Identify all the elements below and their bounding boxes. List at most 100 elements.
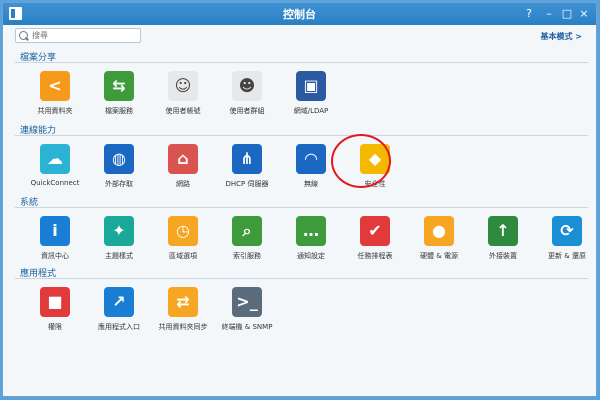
control-panel-item[interactable]: i 資訊中心: [23, 216, 87, 261]
directory-glyph: ▣: [303, 76, 319, 95]
search-box[interactable]: [15, 28, 141, 43]
item-label: 使用者帳號: [165, 107, 201, 115]
chat-bubble-glyph: …: [303, 221, 319, 240]
item-label: 任務排程表: [357, 252, 393, 260]
item-label: 共用資料夾同步: [158, 323, 208, 331]
item-label: 索引服務: [233, 252, 261, 260]
quickconnect-glyph: ☁: [47, 149, 63, 168]
control-panel-item[interactable]: ↑ 外接裝置: [471, 216, 535, 261]
globe-glyph: ◍: [112, 149, 126, 168]
calendar-check-icon: ✔: [360, 216, 390, 246]
control-panel-item[interactable]: ✦ 主題樣式: [87, 216, 151, 261]
info-glyph: i: [52, 221, 58, 240]
section-divider: [15, 135, 588, 136]
control-panel-item[interactable]: ● 硬體 & 電源: [407, 216, 471, 261]
control-panel-item[interactable]: … 通知設定: [279, 216, 343, 261]
basic-mode-link[interactable]: 基本模式 >: [541, 31, 583, 42]
control-panel-item[interactable]: ■ 權限: [23, 287, 87, 332]
control-panel-item[interactable]: ⋔ DHCP 伺服器: [215, 144, 279, 189]
item-label: 網域/LDAP: [293, 107, 329, 115]
close-button[interactable]: ×: [577, 6, 591, 21]
window-title: 控制台: [283, 8, 316, 21]
item-label: 資訊中心: [41, 252, 69, 260]
control-panel-item[interactable]: ▣ 網域/LDAP: [279, 71, 343, 116]
control-panel-item[interactable]: ✔ 任務排程表: [343, 216, 407, 261]
item-label: 使用者群組: [229, 107, 265, 115]
control-panel-item[interactable]: ◷ 區域選項: [151, 216, 215, 261]
minimize-button[interactable]: –: [542, 6, 556, 21]
user-group-glyph: ☻: [238, 76, 256, 95]
user-glyph: ☺: [174, 76, 192, 95]
security-highlight-circle: [331, 134, 391, 188]
palette-icon: ✦: [104, 216, 134, 246]
section-divider: [15, 62, 588, 63]
control-panel-item[interactable]: ☁ QuickConnect: [23, 144, 87, 187]
permission-icon: ■: [40, 287, 70, 317]
item-label: 外接裝置: [489, 252, 517, 260]
upload-glyph: ↑: [496, 221, 510, 240]
refresh-icon: ⟳: [552, 216, 582, 246]
control-panel-item[interactable]: ⌕ 索引服務: [215, 216, 279, 261]
help-button[interactable]: ?: [522, 6, 536, 21]
clock-map-icon: ◷: [168, 216, 198, 246]
folder-sync-glyph: ⇄: [176, 292, 190, 311]
control-panel-item[interactable]: ◍ 外部存取: [87, 144, 151, 189]
clock-map-glyph: ◷: [176, 221, 190, 240]
folder-sync-icon: ⇄: [168, 287, 198, 317]
item-label: 權限: [48, 323, 62, 331]
control-panel-item[interactable]: ☻ 使用者群組: [215, 71, 279, 116]
magnifier-glyph: ⌕: [242, 221, 252, 240]
item-label: QuickConnect: [30, 179, 80, 187]
section-divider: [15, 207, 588, 208]
info-icon: i: [40, 216, 70, 246]
terminal-glyph: >_: [236, 292, 258, 311]
maximize-button[interactable]: □: [560, 6, 574, 21]
search-input[interactable]: [32, 29, 137, 42]
terminal-icon: >_: [232, 287, 262, 317]
item-label: 硬體 & 電源: [420, 252, 458, 260]
item-label: 更新 & 還原: [548, 252, 586, 260]
wifi-glyph: ◠: [304, 149, 318, 168]
network-house-icon: ⌂: [168, 144, 198, 174]
search-icon: [19, 31, 28, 40]
network-house-glyph: ⌂: [177, 149, 189, 168]
control-panel-item[interactable]: ⇄ 共用資料夾同步: [151, 287, 215, 332]
title-bar[interactable]: 控制台 ? – □ ×: [3, 3, 596, 25]
directory-icon: ▣: [296, 71, 326, 101]
item-label: 終端機 & SNMP: [221, 323, 273, 331]
control-panel-item[interactable]: ⇆ 檔案服務: [87, 71, 151, 116]
file-transfer-icon: ⇆: [104, 71, 134, 101]
item-label: 無線: [304, 180, 318, 188]
chat-bubble-icon: …: [296, 216, 326, 246]
control-panel-item[interactable]: ⌂ 網路: [151, 144, 215, 189]
control-panel-item[interactable]: < 共用資料夾: [23, 71, 87, 116]
dhcp-icon: ⋔: [232, 144, 262, 174]
globe-icon: ◍: [104, 144, 134, 174]
section-divider: [15, 278, 588, 279]
item-label: 區域選項: [169, 252, 197, 260]
magnifier-icon: ⌕: [232, 216, 262, 246]
portal-icon: ↗: [104, 287, 134, 317]
item-label: 共用資料夾: [37, 107, 73, 115]
control-panel-item[interactable]: ☺ 使用者帳號: [151, 71, 215, 116]
user-icon: ☺: [168, 71, 198, 101]
upload-icon: ↑: [488, 216, 518, 246]
share-glyph: <: [48, 76, 62, 95]
item-label: 主題樣式: [105, 252, 133, 260]
item-label: 檔案服務: [105, 107, 133, 115]
item-label: 網路: [176, 180, 190, 188]
permission-glyph: ■: [47, 292, 63, 311]
control-panel-item[interactable]: ⟳ 更新 & 還原: [535, 216, 599, 261]
control-panel-item[interactable]: >_ 終端機 & SNMP: [215, 287, 279, 332]
dhcp-glyph: ⋔: [240, 149, 254, 168]
item-label: 外部存取: [105, 180, 133, 188]
item-label: 通知設定: [297, 252, 325, 260]
lightbulb-icon: ●: [424, 216, 454, 246]
share-icon: <: [40, 71, 70, 101]
item-label: 應用程式入口: [98, 323, 140, 331]
item-label: DHCP 伺服器: [225, 180, 269, 188]
lightbulb-glyph: ●: [432, 221, 446, 240]
control-panel-window: 控制台 ? – □ × 基本模式 > 檔案分享<共用資料夾⇆檔案服務☺使用者帳號…: [2, 2, 597, 397]
control-panel-item[interactable]: ↗ 應用程式入口: [87, 287, 151, 332]
user-group-icon: ☻: [232, 71, 262, 101]
